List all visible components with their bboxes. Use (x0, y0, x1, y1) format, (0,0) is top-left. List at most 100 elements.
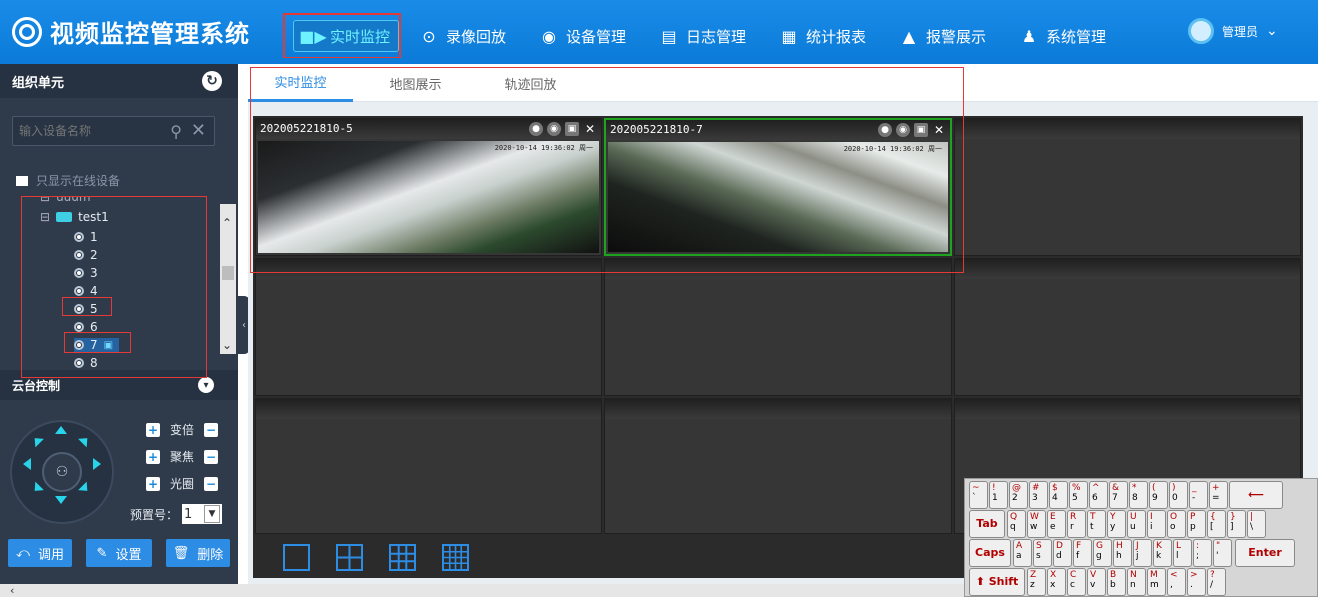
key[interactable]: | \ (1247, 510, 1266, 538)
key[interactable]: Ww (1027, 510, 1046, 538)
key[interactable]: Ii (1147, 510, 1166, 538)
chevron-down-icon[interactable]: ▾ (198, 377, 214, 393)
key[interactable]: Dd (1053, 539, 1072, 567)
close-icon[interactable]: ✕ (932, 123, 946, 137)
video-player-6-empty[interactable] (954, 258, 1301, 396)
key[interactable]: Kk (1153, 539, 1172, 567)
key[interactable]: Ee (1047, 510, 1066, 538)
preset-call-button[interactable]: ⤺ 调用 (8, 539, 72, 567)
ptz-right-arrow-icon[interactable] (93, 458, 107, 470)
tree-channel[interactable]: 5 (74, 302, 98, 316)
key[interactable]: ) 0 (1169, 481, 1188, 509)
record-icon[interactable]: ● (529, 122, 543, 136)
key[interactable]: % 5 (1069, 481, 1088, 509)
key[interactable]: ! 1 (989, 481, 1008, 509)
tree-channel[interactable]: 6 (74, 320, 98, 334)
scroll-thumb[interactable] (222, 266, 234, 280)
checkbox-icon[interactable] (16, 175, 28, 186)
nav-item-alarm[interactable]: ▲ 报警展示 (898, 14, 986, 58)
tree-channel[interactable]: 8 (74, 356, 98, 368)
key[interactable]: Mm (1147, 568, 1166, 596)
refresh-icon[interactable]: ↻ (202, 71, 222, 91)
key[interactable]: Qq (1007, 510, 1026, 538)
video-stream[interactable]: 2020-10-14 19:36:02 周一 (608, 142, 948, 252)
ptz-left-arrow-icon[interactable] (17, 458, 31, 470)
key[interactable]: Bb (1107, 568, 1126, 596)
key[interactable]: Uu (1127, 510, 1146, 538)
preset-delete-button[interactable]: 🗑 删除 (166, 539, 230, 567)
tree-channel[interactable]: 1 (74, 230, 98, 244)
key[interactable]: Ff (1073, 539, 1092, 567)
tree-node[interactable]: ⊟ uuum (40, 196, 91, 204)
key[interactable]: " ' (1213, 539, 1232, 567)
tree-channel[interactable]: 3 (74, 266, 98, 280)
layout-2x2-icon[interactable] (336, 544, 363, 571)
chevron-down-icon[interactable]: ⌄ (222, 338, 232, 352)
tree-folder-test1[interactable]: ⊟ test1 (40, 210, 109, 224)
focus-minus-button[interactable]: − (204, 449, 219, 464)
key[interactable]: #3 (1029, 481, 1048, 509)
video-player-7-empty[interactable] (255, 398, 602, 534)
online-only-toggle[interactable]: 只显示在线设备 (16, 172, 120, 189)
device-search-input[interactable] (19, 124, 159, 138)
chevron-up-icon[interactable]: ⌃ (222, 216, 232, 230)
tab-track-playback[interactable]: 轨迹回放 (478, 64, 583, 102)
key[interactable]: :; (1193, 539, 1212, 567)
focus-plus-button[interactable]: + (146, 449, 160, 464)
clear-icon[interactable]: ✕ (191, 120, 206, 141)
caps-key[interactable]: Caps (969, 539, 1011, 567)
nav-item-playback[interactable]: ⊙ 录像回放 (418, 14, 506, 58)
video-player-1[interactable]: 202005221810-5 ● ◉ ▣ ✕ 2020-10-14 19:36:… (255, 118, 602, 256)
key[interactable]: + = (1209, 481, 1228, 509)
tab-key[interactable]: Tab (969, 510, 1005, 538)
enter-key[interactable]: Enter (1235, 539, 1295, 567)
key[interactable]: <, (1167, 568, 1186, 596)
key[interactable]: $4 (1049, 481, 1068, 509)
video-player-5-empty[interactable] (604, 258, 952, 396)
record-icon[interactable]: ● (878, 123, 892, 137)
tab-live-monitor[interactable]: 实时监控 (248, 64, 353, 102)
video-player-2-selected[interactable]: 202005221810-7 ● ◉ ▣ ✕ 2020-10-14 19:36:… (604, 118, 952, 256)
key[interactable]: Nn (1127, 568, 1146, 596)
ptz-up-arrow-icon[interactable] (55, 420, 67, 434)
chevron-left-icon[interactable]: ‹ (10, 584, 14, 597)
key[interactable]: _ - (1189, 481, 1208, 509)
tree-channel[interactable]: 4 (74, 284, 98, 298)
user-menu[interactable]: 管理员 ⌄ (1188, 18, 1278, 44)
search-icon[interactable]: ⚲ (170, 122, 182, 141)
key[interactable]: Gg (1093, 539, 1112, 567)
ptz-center-icon[interactable]: ⚇ (42, 452, 82, 492)
key[interactable]: Ss (1033, 539, 1052, 567)
layout-4x4-icon[interactable] (442, 544, 469, 571)
key[interactable]: & 7 (1109, 481, 1128, 509)
preset-set-button[interactable]: ✎ 设置 (86, 539, 152, 567)
nav-item-log-management[interactable]: ▤ 日志管理 (658, 14, 746, 58)
tree-channel-selected[interactable]: 7 ▣ (74, 338, 120, 352)
video-player-3-empty[interactable] (954, 118, 1301, 256)
layout-1x1-icon[interactable] (283, 544, 310, 571)
preset-select[interactable]: 1 ▼ (182, 504, 223, 524)
key[interactable]: Hh (1113, 539, 1132, 567)
iris-minus-button[interactable]: − (204, 476, 219, 491)
video-player-4-empty[interactable] (255, 258, 602, 396)
stop-icon[interactable]: ◉ (547, 122, 561, 136)
key[interactable]: Pp (1187, 510, 1206, 538)
key[interactable]: (9 (1149, 481, 1168, 509)
key[interactable]: ^ 6 (1089, 481, 1108, 509)
key[interactable]: Ll (1173, 539, 1192, 567)
zoom-out-button[interactable]: − (204, 422, 219, 437)
collapse-icon[interactable]: ⊟ (40, 210, 50, 224)
stop-icon[interactable]: ◉ (896, 123, 910, 137)
close-icon[interactable]: ✕ (583, 122, 597, 136)
key[interactable]: >. (1187, 568, 1206, 596)
key[interactable]: {[ (1207, 510, 1226, 538)
tab-map[interactable]: 地图展示 (363, 64, 468, 102)
key[interactable]: Tt (1087, 510, 1106, 538)
zoom-in-button[interactable]: + (146, 422, 160, 437)
key[interactable]: Vv (1087, 568, 1106, 596)
snapshot-icon[interactable]: ▣ (565, 122, 579, 136)
shift-key[interactable]: ⬆ Shift (969, 568, 1025, 596)
key[interactable]: }] (1227, 510, 1246, 538)
key[interactable]: Zz (1027, 568, 1046, 596)
key[interactable]: @2 (1009, 481, 1028, 509)
